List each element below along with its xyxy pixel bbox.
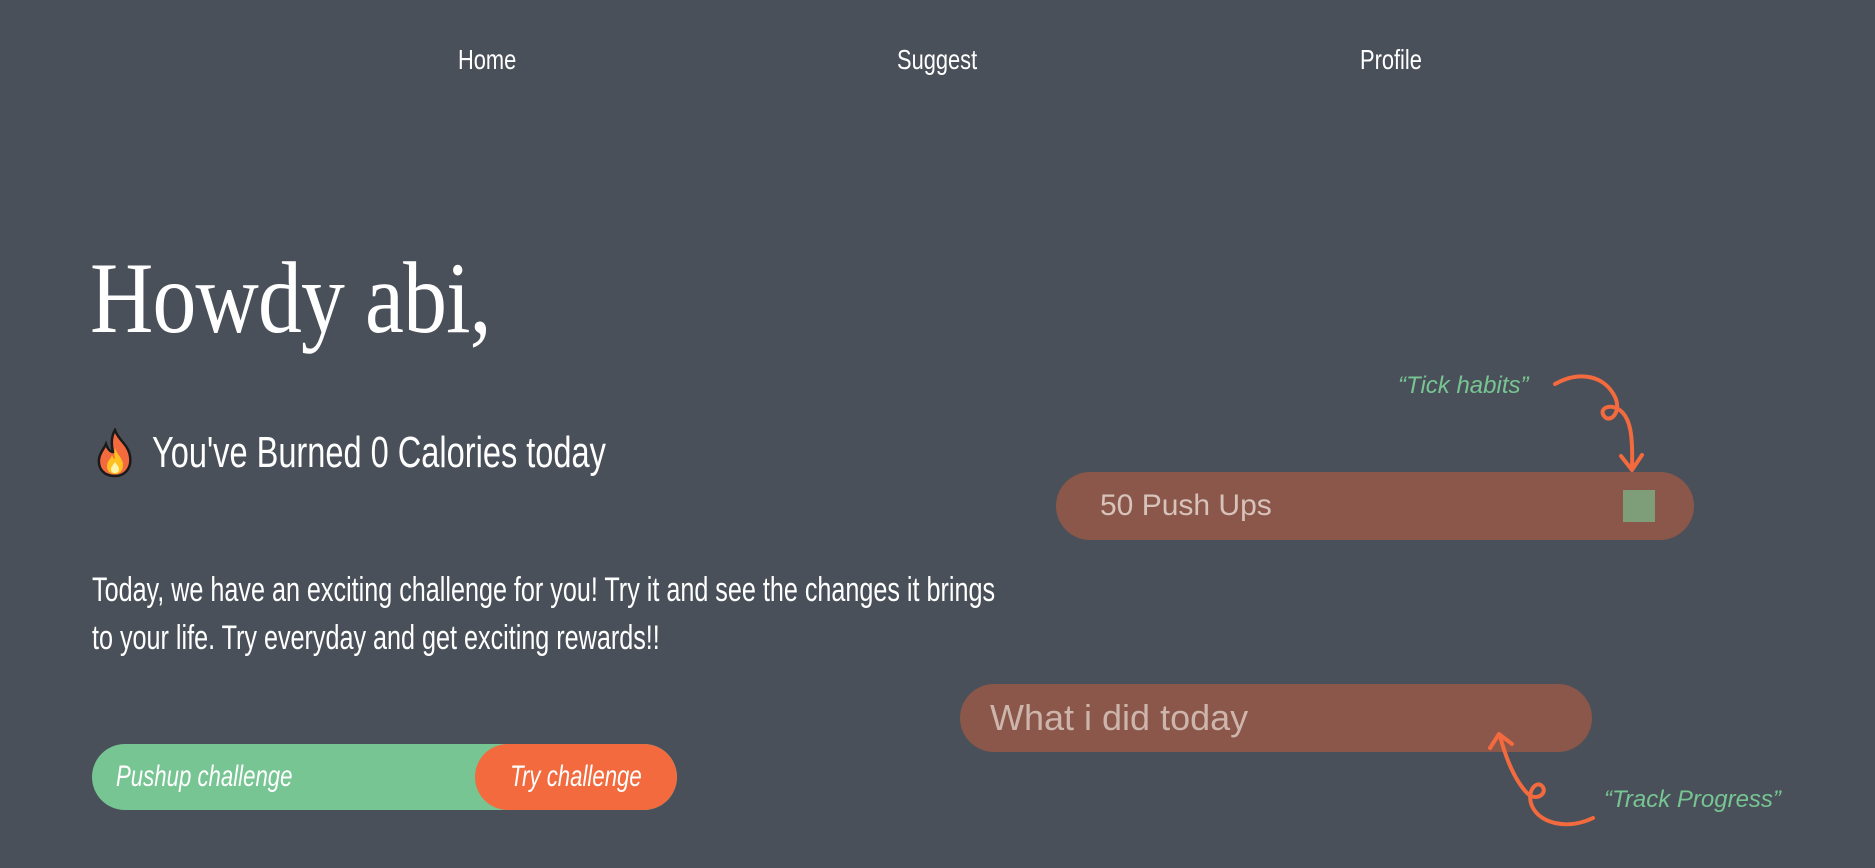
habit-label: 50 Push Ups [1100, 489, 1272, 522]
habit-item: 50 Push Ups [1056, 472, 1694, 540]
curved-arrow-up-icon [1488, 732, 1595, 827]
fire-icon [97, 428, 132, 478]
calories-summary: You've Burned 0 Calories today [92, 428, 765, 478]
nav-profile-link[interactable]: Profile [1360, 44, 1422, 76]
try-challenge-button[interactable]: Try challenge [475, 744, 677, 810]
intro-text: Today, we have an exciting challenge for… [92, 571, 996, 657]
tick-habits-note: “Tick habits” [1398, 372, 1529, 399]
nav-home-link[interactable]: Home [458, 44, 516, 76]
habit-checkbox[interactable] [1623, 490, 1655, 522]
track-progress-note: “Track Progress” [1604, 786, 1781, 813]
greeting-heading: Howdy abi, [90, 242, 492, 355]
try-challenge-label: Try challenge [510, 760, 642, 793]
calories-text: You've Burned 0 Calories today [152, 428, 606, 477]
challenge-label: Pushup challenge [116, 760, 293, 793]
challenge-card: Pushup challenge Try challenge [92, 744, 677, 810]
curved-arrow-down-icon [1553, 374, 1644, 472]
nav-suggest-link[interactable]: Suggest [897, 44, 977, 76]
